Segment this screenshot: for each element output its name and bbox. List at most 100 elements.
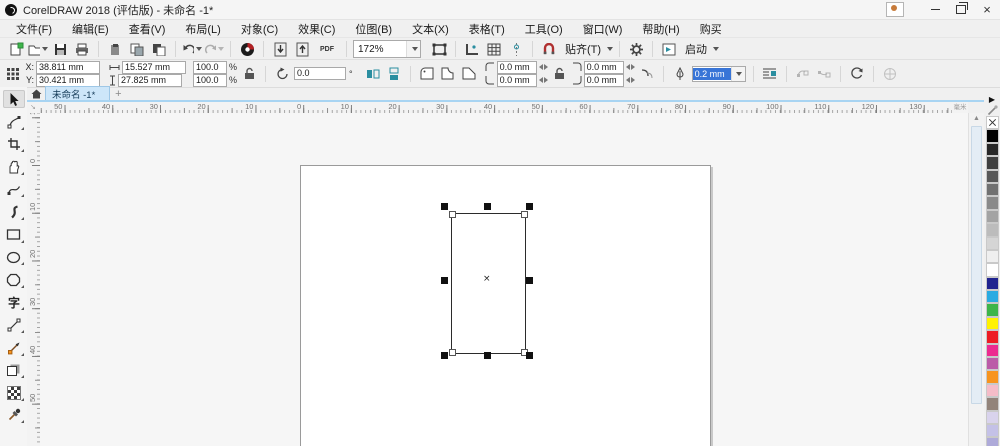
menu-item-2[interactable]: 查看(V) <box>119 20 176 38</box>
outline-width-combo[interactable]: 0.2 mm <box>691 65 746 82</box>
corner-radius-br-field[interactable]: 0.0 mm <box>583 73 624 87</box>
zoom-level-combo[interactable]: 172% <box>353 40 421 58</box>
no-color-swatch[interactable] <box>985 116 999 130</box>
rotation-angle-field[interactable]: 0.0 <box>294 67 347 80</box>
pan-tool[interactable] <box>3 158 25 176</box>
menu-item-10[interactable]: 窗口(W) <box>573 20 633 38</box>
wrap-text-button[interactable] <box>761 65 779 83</box>
selection-handle-n[interactable] <box>484 203 491 210</box>
vertical-ruler[interactable]: 10 0 10 20 30 40 50 <box>27 113 41 446</box>
selection-handle-ne[interactable] <box>526 203 533 210</box>
launch-icon[interactable] <box>659 40 679 58</box>
lock-ratio-button[interactable] <box>240 65 258 83</box>
color-swatch-18[interactable] <box>985 370 999 384</box>
new-tab-button[interactable]: + <box>110 88 126 100</box>
document-tab-active[interactable]: 未命名 -1* <box>45 86 111 101</box>
selection-handle-nw[interactable] <box>441 203 448 210</box>
full-screen-preview-button[interactable] <box>429 40 449 58</box>
shape-tool[interactable] <box>3 113 25 131</box>
snap-to-label[interactable]: 贴齐(T) <box>565 41 601 57</box>
corner-radius-tr-field[interactable]: 0.0 mm <box>583 60 624 74</box>
menu-item-11[interactable]: 帮助(H) <box>632 20 689 38</box>
rectangle-tool[interactable] <box>3 226 25 244</box>
selection-handle-w[interactable] <box>441 277 448 284</box>
outline-width-dropdown-icon[interactable] <box>730 66 745 81</box>
close-button[interactable]: × <box>974 0 1000 19</box>
color-swatch-9[interactable] <box>985 249 999 264</box>
dimension-tool[interactable] <box>3 316 25 334</box>
corner-node[interactable] <box>449 211 456 218</box>
eyedropper-tool[interactable] <box>3 406 25 424</box>
object-width-field[interactable]: 15.527 mm <box>122 60 186 74</box>
paste-button[interactable] <box>149 40 169 58</box>
color-swatch-4[interactable] <box>985 182 999 197</box>
ellipse-tool[interactable] <box>3 248 25 266</box>
menu-item-1[interactable]: 编辑(E) <box>62 20 119 38</box>
menu-item-5[interactable]: 效果(C) <box>288 20 345 38</box>
minimize-button[interactable] <box>922 0 948 19</box>
corner-br-stepper[interactable] <box>625 77 635 83</box>
export-button[interactable] <box>292 40 312 58</box>
sign-in-icon[interactable] <box>886 2 904 17</box>
corner-tl-stepper[interactable] <box>538 64 548 70</box>
color-swatch-16[interactable] <box>985 343 999 358</box>
drop-shadow-tool[interactable] <box>3 361 25 379</box>
mirror-horizontal-button[interactable] <box>364 65 382 83</box>
fillet-chamfer-button[interactable] <box>638 65 656 83</box>
color-swatch-12[interactable] <box>985 290 999 304</box>
menu-item-12[interactable]: 购买 <box>690 20 732 38</box>
selection-handle-sw[interactable] <box>441 352 448 359</box>
corner-node[interactable] <box>521 211 528 218</box>
mirror-vertical-button[interactable] <box>385 65 403 83</box>
color-swatch-1[interactable] <box>985 142 999 157</box>
restore-button[interactable] <box>948 0 974 19</box>
search-content-button[interactable] <box>237 40 257 58</box>
color-swatch-10[interactable] <box>985 263 999 277</box>
copy-button[interactable] <box>127 40 147 58</box>
corner-node[interactable] <box>449 349 456 356</box>
home-icon[interactable] <box>27 87 45 100</box>
color-swatch-20[interactable] <box>985 397 999 411</box>
menu-item-8[interactable]: 表格(T) <box>459 20 515 38</box>
zoom-dropdown-icon[interactable] <box>406 41 420 57</box>
open-button[interactable] <box>28 40 48 58</box>
freehand-tool[interactable] <box>3 180 25 198</box>
object-height-field[interactable]: 27.825 mm <box>118 73 182 87</box>
y-position-field[interactable]: 30.421 mm <box>36 73 100 87</box>
chamfered-corner-button[interactable] <box>460 65 478 83</box>
object-center-marker[interactable]: × <box>483 274 491 284</box>
color-swatch-14[interactable] <box>985 316 999 331</box>
corner-radius-bl-field[interactable]: 0.0 mm <box>496 73 537 87</box>
color-swatch-2[interactable] <box>985 156 999 170</box>
selection-handle-s[interactable] <box>484 352 491 359</box>
save-button[interactable] <box>50 40 70 58</box>
color-swatch-13[interactable] <box>985 303 999 317</box>
pick-tool[interactable] <box>2 90 25 108</box>
selection-handle-e[interactable] <box>526 277 533 284</box>
print-button[interactable] <box>72 40 92 58</box>
options-gear-button[interactable] <box>626 40 646 58</box>
color-swatch-11[interactable] <box>985 276 999 291</box>
new-document-button[interactable] <box>6 40 26 58</box>
scale-v-field[interactable]: 100.0 <box>193 73 227 87</box>
color-swatch-0[interactable] <box>985 129 999 143</box>
color-swatch-17[interactable] <box>985 357 999 371</box>
scalloped-corner-button[interactable] <box>439 65 457 83</box>
crop-tool[interactable] <box>3 135 25 153</box>
text-tool[interactable]: 字 <box>3 293 25 311</box>
scale-h-field[interactable]: 100.0 <box>193 60 227 74</box>
launch-dropdown-icon[interactable] <box>713 47 720 51</box>
undo-button[interactable] <box>182 40 202 58</box>
corner-radius-tl-field[interactable]: 0.0 mm <box>496 60 537 74</box>
show-guidelines-button[interactable] <box>506 40 526 58</box>
color-swatch-3[interactable] <box>985 169 999 183</box>
palette-expand-icon[interactable]: ▶ <box>989 95 995 105</box>
color-swatch-23[interactable] <box>985 437 999 446</box>
menu-item-9[interactable]: 工具(O) <box>515 20 573 38</box>
scrollbar-thumb[interactable] <box>971 126 982 404</box>
import-button[interactable] <box>270 40 290 58</box>
menu-item-4[interactable]: 对象(C) <box>231 20 288 38</box>
launch-label[interactable]: 启动 <box>685 41 707 57</box>
snap-off-icon[interactable] <box>539 40 559 58</box>
color-swatch-22[interactable] <box>985 423 999 438</box>
